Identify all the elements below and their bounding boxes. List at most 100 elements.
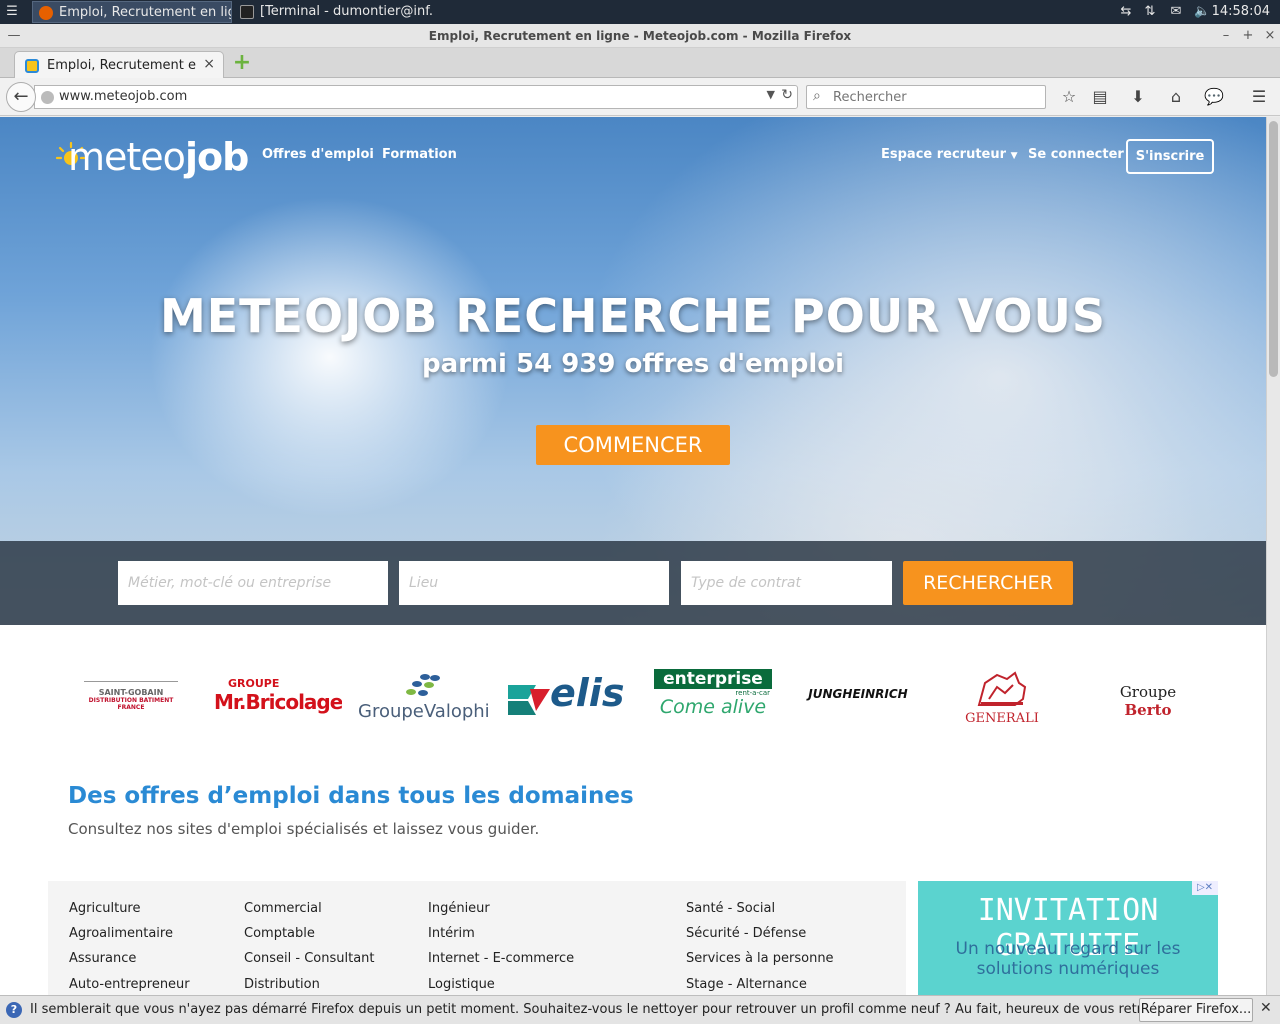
domain-link[interactable]: Services à la personne bbox=[686, 951, 834, 966]
domain-link[interactable]: Distribution bbox=[244, 977, 320, 992]
url-history-dropdown-icon[interactable]: ▼ bbox=[767, 88, 775, 101]
bookmark-star-icon[interactable]: ☆ bbox=[1058, 86, 1080, 108]
domain-link[interactable]: Logistique bbox=[428, 977, 495, 992]
search-input[interactable] bbox=[831, 88, 1039, 106]
generali-lion-icon bbox=[977, 671, 1027, 706]
commencer-button[interactable]: COMMENCER bbox=[536, 425, 730, 465]
saint-gobain-logo[interactable]: SAINT-GOBAIN DISTRIBUTION BATIMENT FRANC… bbox=[84, 669, 178, 725]
app-menu-icon[interactable]: ☰ bbox=[4, 4, 20, 20]
generali-name: GENERALI bbox=[965, 711, 1039, 725]
window-titlebar: — Emploi, Recrutement en ligne - Meteojo… bbox=[0, 24, 1280, 48]
hero-section: meteojob Offres d'emploi Formation Espac… bbox=[0, 117, 1266, 625]
search-bar[interactable]: ⌕ bbox=[806, 85, 1046, 109]
hero-title: METEOJOB RECHERCHE POUR VOUS bbox=[159, 289, 1107, 343]
new-tab-plus-icon[interactable]: + bbox=[232, 52, 252, 74]
domain-link[interactable]: Stage - Alternance bbox=[686, 977, 807, 992]
tab-strip: Emploi, Recrutement e... × + bbox=[0, 48, 1280, 79]
nav-offres-emploi[interactable]: Offres d'emploi bbox=[262, 147, 374, 162]
domain-link[interactable]: Conseil - Consultant bbox=[244, 951, 375, 966]
window-title: Emploi, Recrutement en ligne - Meteojob.… bbox=[428, 29, 852, 43]
enterprise-logo[interactable]: enterprise rent-a-car Come alive bbox=[654, 669, 772, 725]
tab-title: Emploi, Recrutement e... bbox=[47, 58, 197, 73]
domain-link[interactable]: Comptable bbox=[244, 926, 315, 941]
reload-icon[interactable]: ↻ bbox=[781, 87, 793, 103]
nav-se-connecter[interactable]: Se connecter bbox=[1028, 147, 1124, 162]
nav-formation[interactable]: Formation bbox=[382, 147, 457, 162]
logo-text-job: job bbox=[184, 135, 249, 179]
nav-espace-recruteur[interactable]: Espace recruteur ▼ bbox=[881, 147, 1018, 162]
saint-gobain-line3: FRANCE bbox=[117, 704, 145, 711]
lieu-input[interactable] bbox=[399, 561, 669, 605]
mr-bricolage-logo[interactable]: GROUPE Mr.Bricolage bbox=[214, 669, 342, 725]
hamburger-menu-icon[interactable]: ☰ bbox=[1248, 86, 1270, 108]
scrollbar-thumb[interactable] bbox=[1269, 121, 1278, 377]
mail-icon[interactable]: ✉ bbox=[1168, 4, 1184, 20]
hero-subtitle: parmi 54 939 offres d'emploi bbox=[421, 349, 845, 379]
elis-logo[interactable]: elis bbox=[506, 669, 630, 725]
navigation-toolbar: www.meteojob.com ▼ ↻ ← ⌕ ☆ ▤ ⬇ ⌂ 💬 ☰ bbox=[0, 78, 1280, 116]
tab-meteojob[interactable]: Emploi, Recrutement e... × bbox=[14, 51, 224, 79]
logo-wordmark: meteojob bbox=[68, 135, 249, 179]
domain-link[interactable]: Auto-entrepreneur bbox=[69, 977, 190, 992]
domain-link[interactable]: Commercial bbox=[244, 901, 322, 916]
home-icon[interactable]: ⌂ bbox=[1165, 86, 1187, 108]
enterprise-tagline: Come alive bbox=[659, 696, 767, 718]
rechercher-button[interactable]: RECHERCHER bbox=[903, 561, 1073, 605]
transfer-icon[interactable]: ⇅ bbox=[1142, 4, 1158, 20]
notification-bar: ? Il semblerait que vous n'ayez pas déma… bbox=[0, 995, 1280, 1024]
search-icon: ⌕ bbox=[813, 88, 821, 104]
terminal-icon bbox=[240, 5, 254, 19]
berto-name: Berto bbox=[1124, 701, 1172, 719]
back-button[interactable]: ← bbox=[6, 82, 36, 112]
domain-link[interactable]: Agroalimentaire bbox=[69, 926, 173, 941]
groupe-valophis-logo[interactable]: GroupeValophis bbox=[358, 669, 488, 725]
domain-link[interactable]: Internet - E-commerce bbox=[428, 951, 574, 966]
close-tab-icon[interactable]: × bbox=[203, 56, 215, 72]
chat-icon[interactable]: 💬 bbox=[1203, 86, 1225, 108]
valophis-name: GroupeValophis bbox=[358, 701, 488, 722]
close-window-button[interactable]: × bbox=[1260, 24, 1280, 48]
domains-title: Des offres d’emploi dans tous les domain… bbox=[68, 783, 634, 809]
sinscrire-button[interactable]: S'inscrire bbox=[1126, 139, 1214, 174]
reparer-firefox-button[interactable]: Réparer Firefox... bbox=[1139, 998, 1253, 1022]
taskbar-task-label: [Terminal - dumontier@inf... bbox=[260, 4, 434, 19]
ad-body-line2: solutions numériques bbox=[976, 959, 1160, 979]
minimize-button[interactable]: – bbox=[1216, 24, 1236, 48]
page-viewport: meteojob Offres d'emploi Formation Espac… bbox=[0, 117, 1266, 995]
url-text[interactable]: www.meteojob.com bbox=[59, 89, 187, 104]
bookmarks-list-icon[interactable]: ▤ bbox=[1089, 86, 1111, 108]
window-menu-icon[interactable]: — bbox=[4, 24, 24, 48]
generali-logo[interactable]: GENERALI bbox=[960, 669, 1044, 725]
domain-link[interactable]: Santé - Social bbox=[686, 901, 775, 916]
taskbar-task-terminal[interactable]: [Terminal - dumontier@inf... bbox=[234, 1, 434, 23]
maximize-button[interactable]: + bbox=[1238, 24, 1258, 48]
domain-link[interactable]: Sécurité - Défense bbox=[686, 926, 806, 941]
meteojob-logo[interactable]: meteojob bbox=[50, 127, 249, 179]
close-notification-icon[interactable]: ✕ bbox=[1260, 1000, 1272, 1016]
domain-link[interactable]: Ingénieur bbox=[428, 901, 490, 916]
berto-groupe: Groupe bbox=[1119, 683, 1177, 701]
domain-link[interactable]: Agriculture bbox=[69, 901, 141, 916]
bricolage-name: Mr.Bricolage bbox=[214, 690, 342, 714]
clock: 14:58:04 bbox=[1211, 4, 1270, 19]
volume-icon[interactable]: 🔈 bbox=[1194, 4, 1210, 20]
firefox-icon bbox=[39, 6, 53, 20]
download-icon[interactable]: ⬇ bbox=[1127, 86, 1149, 108]
page-scrollbar[interactable] bbox=[1266, 117, 1280, 995]
elis-arrow-icon bbox=[508, 685, 550, 715]
domain-link[interactable]: Assurance bbox=[69, 951, 136, 966]
groupe-berto-logo[interactable]: Groupe Berto bbox=[1084, 669, 1212, 725]
nav-espace-recruteur-label: Espace recruteur bbox=[881, 147, 1007, 162]
job-search-band: RECHERCHER bbox=[0, 541, 1266, 625]
taskbar-task-firefox[interactable]: Emploi, Recrutement en lig... bbox=[32, 1, 232, 23]
metier-input[interactable] bbox=[118, 561, 388, 605]
saint-gobain-line2: DISTRIBUTION BATIMENT bbox=[88, 697, 174, 704]
domain-link[interactable]: Intérim bbox=[428, 926, 475, 941]
advertisement-banner[interactable]: ▷✕ INVITATION GRATUITE Un nouveau regard… bbox=[918, 881, 1218, 995]
jungheinrich-logo[interactable]: JUNGHEINRICH bbox=[802, 669, 914, 725]
url-bar[interactable]: www.meteojob.com ▼ ↻ bbox=[34, 85, 798, 109]
type-contrat-input[interactable] bbox=[681, 561, 892, 605]
taskbar-task-label: Emploi, Recrutement en lig... bbox=[59, 5, 232, 20]
notification-message: Il semblerait que vous n'ayez pas démarr… bbox=[30, 1002, 1189, 1017]
network-icon[interactable]: ⇆ bbox=[1118, 4, 1134, 20]
